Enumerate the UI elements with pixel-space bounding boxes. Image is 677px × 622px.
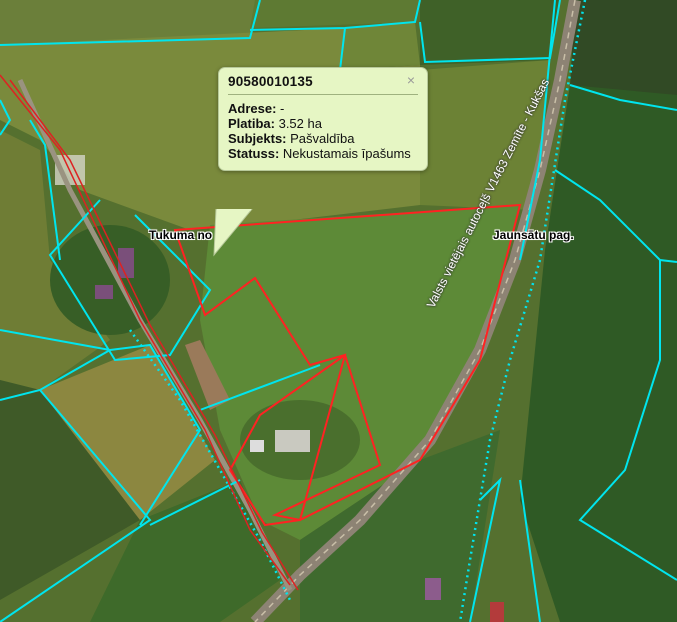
popup-pointer	[213, 209, 253, 257]
building-roof	[275, 430, 310, 452]
statuss-value: Nekustamais īpašums	[282, 146, 411, 161]
forest-north	[420, 0, 560, 65]
statuss-label: Statuss:	[228, 146, 280, 161]
subjekts-label: Subjekts:	[228, 131, 287, 146]
cadastral-number: 90580010135	[228, 74, 418, 95]
adrese-value: -	[280, 101, 285, 116]
close-icon[interactable]: ×	[407, 73, 415, 87]
building-small	[250, 440, 264, 452]
field-adrese: Adrese: -	[228, 101, 418, 116]
field-subjekts: Subjekts: Pašvaldība	[228, 131, 418, 146]
platiba-value: 3.52 ha	[278, 116, 322, 131]
field-statuss: Statuss: Nekustamais īpašums	[228, 146, 418, 161]
subjekts-value: Pašvaldība	[290, 131, 355, 146]
field-platiba: Platiba: 3.52 ha	[228, 116, 418, 131]
parish-label-jaunsatu: Jaunsātu pag.	[493, 228, 574, 242]
parish-label-tukuma: Tukuma no	[149, 228, 213, 242]
parcel-info-popup: 90580010135 × Adrese: - Platiba: 3.52 ha…	[218, 67, 428, 171]
house-roof-4	[490, 602, 504, 622]
house-roof-2	[95, 285, 113, 299]
platiba-label: Platiba:	[228, 116, 275, 131]
adrese-label: Adrese:	[228, 101, 277, 116]
house-roof-3	[425, 578, 441, 600]
field-small-strip	[340, 22, 420, 70]
